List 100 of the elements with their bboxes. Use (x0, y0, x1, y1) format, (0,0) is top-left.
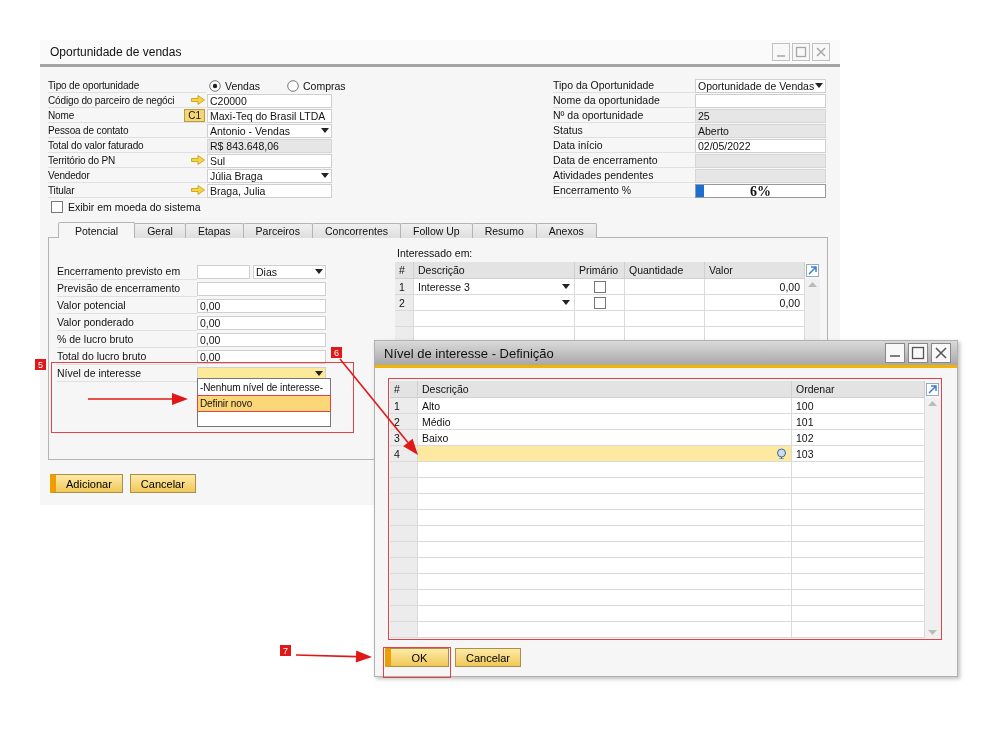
field-label: Nº da oportunidade (553, 109, 644, 121)
dropdown-arrow-icon[interactable] (815, 83, 823, 88)
row-header (390, 526, 418, 542)
tab[interactable]: Anexos (535, 223, 597, 238)
expand-icon[interactable] (806, 264, 819, 277)
input-field[interactable]: Braga, Julia (207, 183, 332, 198)
field-label: Encerramento previsto em (57, 265, 181, 277)
column-header: Quantidade (625, 262, 705, 279)
column-header: # (395, 262, 414, 279)
scroll-up-icon[interactable] (928, 401, 937, 406)
checkbox[interactable] (51, 200, 63, 213)
input-field[interactable] (197, 264, 250, 279)
scroll-down-icon[interactable] (928, 630, 937, 635)
column-header: Descrição (414, 262, 575, 279)
checkbox[interactable] (593, 296, 606, 309)
primary-button[interactable]: Adicionar (50, 474, 123, 493)
empty-cell[interactable] (575, 311, 625, 327)
empty-cell[interactable] (625, 279, 705, 295)
input-field[interactable]: C20000 (207, 93, 332, 108)
read-only-field: Aberto (695, 123, 826, 138)
input-field[interactable]: Maxi-Teq do Brasil LTDA (207, 108, 332, 123)
dropdown-arrow-icon[interactable] (562, 284, 570, 289)
dropdown-arrow-icon[interactable] (562, 300, 570, 305)
input-field[interactable]: 02/05/2022 (695, 138, 826, 153)
dropdown-arrow-icon[interactable] (315, 371, 323, 376)
row-header (390, 542, 418, 558)
window-title: Oportunidade de vendas (50, 45, 182, 59)
input-field[interactable]: 0,00 (197, 349, 326, 364)
minimize-button[interactable] (772, 43, 790, 61)
scroll-up-icon[interactable] (808, 282, 817, 287)
window-title: Nível de interesse - Definição (384, 345, 554, 361)
input-field[interactable]: 0,00 (197, 298, 326, 313)
dropdown-arrow-icon[interactable] (321, 173, 329, 178)
dropdown-arrow-icon[interactable] (315, 269, 323, 274)
field-label: Total do valor faturado (48, 139, 144, 151)
empty-cell[interactable] (792, 622, 925, 638)
dropdown[interactable]: Dias (253, 264, 326, 279)
link-arrow-icon[interactable] (191, 95, 205, 105)
field-label: Tipo da Oportunidade (553, 79, 655, 91)
link-arrow-icon[interactable] (191, 185, 205, 195)
row-header (390, 462, 418, 478)
row-header (390, 510, 418, 526)
tab[interactable]: Geral (134, 223, 186, 238)
radio-button[interactable]: Compras (287, 79, 355, 92)
field-label: Titular (48, 184, 75, 196)
primary-button[interactable]: OK (385, 648, 449, 667)
table-cell[interactable]: Alto (418, 398, 792, 414)
checkbox[interactable] (593, 280, 606, 293)
maximize-button[interactable] (908, 343, 928, 363)
dropdown[interactable]: Antonio - Vendas (207, 123, 332, 138)
tab[interactable]: Potencial (58, 222, 136, 238)
tab[interactable]: Etapas (184, 223, 244, 238)
input-field[interactable] (197, 281, 326, 296)
tab[interactable]: Resumo (471, 223, 537, 238)
column-header: Descrição (418, 381, 792, 398)
checkbox-label: Exibir em moeda do sistema (68, 200, 201, 213)
dropdown[interactable]: Oportunidade de Vendas (695, 78, 826, 93)
dropdown-cell[interactable]: Interesse 3 (414, 279, 575, 295)
field-label: Nome (48, 109, 75, 121)
scrollbar[interactable] (925, 398, 940, 638)
button[interactable]: Cancelar (129, 474, 196, 493)
dropdown-option[interactable]: -Nenhum nível de interesse- (198, 379, 330, 395)
expand-icon[interactable] (926, 383, 939, 396)
highlight-frame (383, 647, 451, 678)
field-label: Tipo de oportunidade (48, 79, 140, 91)
input-field[interactable]: 0,00 (197, 332, 326, 347)
field-label: Pessoa de contato (48, 124, 129, 136)
field-label: Nível de interesse (57, 367, 142, 379)
input-field[interactable]: Sul (207, 153, 332, 168)
field-label: Valor potencial (57, 299, 126, 311)
table-cell[interactable] (418, 446, 792, 462)
row-number: 2 (395, 295, 414, 311)
tab[interactable]: Follow Up (400, 223, 473, 238)
dropdown-arrow-icon[interactable] (321, 128, 329, 133)
input-field[interactable] (695, 93, 826, 108)
globe-icon[interactable] (776, 448, 787, 459)
field-label: Código do parceiro de negóci (48, 94, 175, 106)
code-badge[interactable]: C1 (184, 108, 205, 122)
button[interactable]: Cancelar (455, 648, 522, 667)
empty-cell[interactable] (625, 311, 705, 327)
tab[interactable]: Concorrentes (311, 223, 401, 238)
scrollbar[interactable] (805, 279, 820, 343)
close-button[interactable] (931, 343, 951, 363)
table-cell[interactable]: Médio (418, 414, 792, 430)
row-header (390, 574, 418, 590)
input-field[interactable]: 0,00 (197, 315, 326, 330)
field-label: Atividades pendentes (553, 169, 654, 181)
field-label: Nome da oportunidade (553, 94, 660, 106)
empty-cell[interactable] (625, 295, 705, 311)
read-only-field: 25 (695, 108, 826, 123)
radio-button[interactable]: Vendas (209, 79, 277, 92)
dropdown[interactable]: Júlia Braga (207, 168, 332, 183)
link-arrow-icon[interactable] (191, 155, 205, 165)
tab[interactable]: Parceiros (242, 223, 313, 238)
row-header (390, 478, 418, 494)
field-label: Data início (553, 139, 603, 151)
minimize-button[interactable] (885, 343, 905, 363)
column-header: Primário (575, 262, 625, 279)
row-number: 2 (390, 414, 418, 430)
dropdown-cell[interactable] (414, 295, 575, 311)
